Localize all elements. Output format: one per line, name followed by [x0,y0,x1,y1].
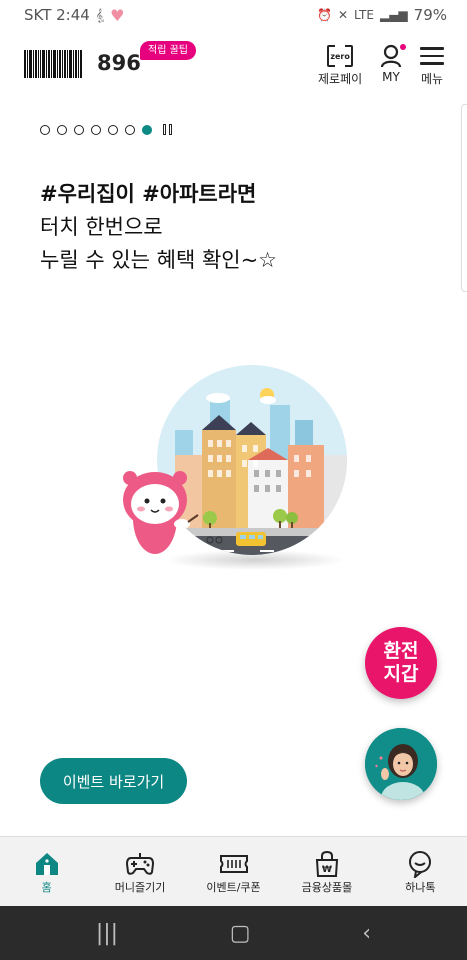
home-system-icon[interactable]: ▢ [230,921,251,946]
side-panel-handle[interactable] [461,104,467,292]
nav-item-finance-mall[interactable]: ₩ 금융상품몰 [280,837,373,906]
carousel-dot[interactable] [91,124,101,135]
carousel-dot[interactable] [125,124,135,135]
ticket-icon [219,855,248,873]
assistant-avatar-button[interactable] [365,728,437,800]
nav-label-finance-mall: 금융상품몰 [301,881,353,894]
banner-line-2[interactable]: 누릴 수 있는 혜택 확인~☆ [40,244,277,274]
hamburger-icon [420,42,444,70]
recent-apps-icon[interactable]: ||| [96,921,118,946]
banner-line-1[interactable]: 터치 한번으로 [40,211,163,241]
shopping-bag-icon: ₩ [315,850,338,877]
nav-label-hana-talk: 하나톡 [405,881,436,894]
exchange-label-line1: 환전 [383,640,419,662]
system-nav-bar: ||| ▢ ‹ [0,906,467,960]
user-icon [380,44,402,68]
app-header: 896 적립 꿀팁 zero 제로페이 MY 메뉴 [0,36,467,96]
status-bar: SKT 2:44 𝄠 ♥ ⏰ ✕ LTE ▂▄▆ 79% [0,0,467,30]
bottom-nav: 홈 머니즐기기 이벤트/쿠폰 ₩ 금융상품몰 하나톡 [0,836,467,906]
svg-text:₩: ₩ [322,865,332,875]
zeropay-button[interactable]: zero 제로페이 [318,42,362,87]
carrier-time: SKT 2:44 [24,6,90,24]
barcode-icon[interactable] [24,50,90,78]
nav-item-events-coupons[interactable]: 이벤트/쿠폰 [187,837,280,906]
pause-icon[interactable] [163,124,172,135]
banner-title[interactable]: #우리집이 #아파트라면 [40,178,256,208]
gamepad-icon [126,853,155,875]
carousel-dot-active[interactable] [142,124,152,135]
home-icon [35,853,58,875]
signal-icon: ▂▄▆ [379,8,408,22]
exchange-label-line2: 지갑 [383,663,419,685]
mute-icon: 𝄠 [95,7,105,22]
menu-label: 메뉴 [420,72,444,86]
carousel-dot[interactable] [40,124,50,135]
zeropay-icon: zero [327,44,354,68]
back-icon[interactable]: ‹ [362,921,371,946]
event-shortcut-button[interactable]: 이벤트 바로가기 [40,758,187,804]
carousel-dot[interactable] [108,124,118,135]
carousel-dot[interactable] [57,124,67,135]
nav-item-money-fun[interactable]: 머니즐기기 [93,837,186,906]
my-button[interactable]: MY [378,42,406,84]
tip-badge[interactable]: 적립 꿀팁 [140,41,196,60]
city-illustration[interactable] [120,360,350,570]
nav-label-money-fun: 머니즐기기 [114,881,166,894]
points-balance[interactable]: 896 [97,51,141,75]
carousel-dot[interactable] [74,124,84,135]
carousel-indicators [40,124,172,135]
lte-icon: LTE [354,8,374,22]
chat-bubble-icon [409,851,432,878]
notification-dot [400,44,406,50]
assistant-avatar-icon [365,728,437,800]
nav-label-events-coupons: 이벤트/쿠폰 [206,881,261,894]
battery-level: 79% [413,6,447,24]
nav-label-home: 홈 [41,881,52,894]
heart-icon: ♥ [110,5,125,25]
exchange-wallet-button[interactable]: 환전 지갑 [365,627,437,699]
nav-item-hana-talk[interactable]: 하나톡 [374,837,467,906]
silent-icon: ✕ [337,8,349,22]
my-label: MY [382,70,400,84]
zeropay-label: 제로페이 [318,72,363,86]
nav-item-home[interactable]: 홈 [0,837,93,906]
alarm-icon: ⏰ [317,8,332,22]
menu-button[interactable]: 메뉴 [420,42,444,87]
